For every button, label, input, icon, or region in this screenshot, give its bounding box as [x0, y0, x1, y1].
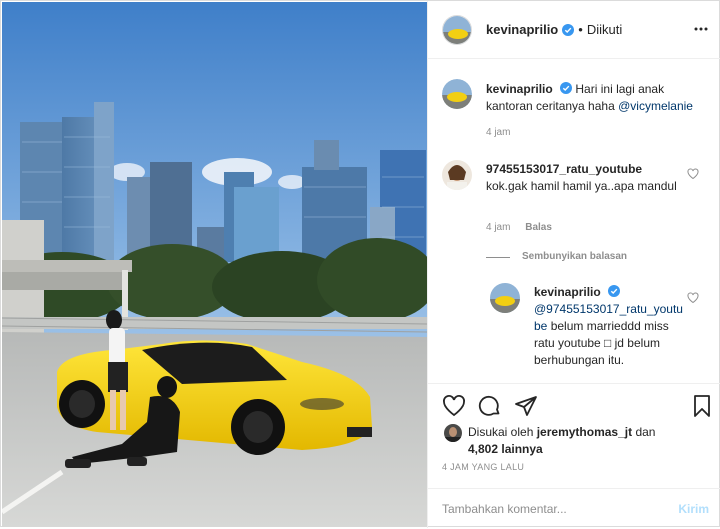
- reply-text: belum marrieddd miss ratu youtube □ jd b…: [534, 319, 669, 367]
- comment-text: kok.gak hamil hamil ya..apa mandul: [486, 179, 677, 193]
- reply-button[interactable]: Balas: [525, 222, 552, 233]
- avatar[interactable]: [442, 14, 472, 45]
- post-comment-button[interactable]: Kirim: [678, 502, 709, 516]
- post-header: kevinaprilio • Diikuti: [428, 1, 720, 59]
- post-timestamp: 4 JAM YANG LALU: [442, 462, 525, 472]
- likes-count-link[interactable]: 4,802 lainnya: [468, 442, 543, 456]
- reply-like-heart-icon[interactable]: [687, 292, 699, 304]
- likes-prefix: Disukai oleh: [468, 425, 534, 439]
- reply-avatar[interactable]: [490, 283, 520, 313]
- add-comment-input[interactable]: [442, 502, 662, 516]
- reply-username[interactable]: kevinaprilio: [534, 285, 601, 299]
- paper-plane-icon[interactable]: [514, 394, 538, 418]
- caption-avatar[interactable]: [442, 79, 472, 109]
- post-actions: Disukai oleh jeremythomas_jt dan 4,802 l…: [428, 383, 720, 528]
- replies-divider: [486, 257, 510, 258]
- comment-username[interactable]: 97455153017_ratu_youtube: [486, 162, 642, 176]
- caption: kevinaprilio Hari ini lagi anak kantoran…: [486, 81, 706, 115]
- header-separator: •: [578, 22, 583, 37]
- post-dialog: kevinaprilio • Diikuti kevinaprilio Hari…: [0, 0, 720, 528]
- comment-like-heart-icon[interactable]: [687, 168, 699, 180]
- post-photo[interactable]: [2, 2, 427, 527]
- follow-status-button[interactable]: Diikuti: [587, 22, 622, 37]
- likes-text: Disukai oleh jeremythomas_jt dan 4,802 l…: [468, 424, 708, 458]
- likes-summary: Disukai oleh jeremythomas_jt dan 4,802 l…: [444, 424, 708, 458]
- reply-comment: kevinaprilio @97455153017_ratu_youtube b…: [534, 284, 684, 369]
- liker-avatar[interactable]: [444, 424, 462, 442]
- hide-replies-button[interactable]: Sembunyikan balasan: [522, 251, 627, 262]
- caption-mention-link[interactable]: @vicymelanie: [618, 99, 693, 113]
- bookmark-icon[interactable]: [690, 394, 714, 418]
- comment-time: 4 jam: [486, 222, 511, 233]
- comments-section: kevinaprilio Hari ini lagi anak kantoran…: [428, 59, 720, 384]
- caption-username[interactable]: kevinaprilio: [486, 82, 553, 96]
- city-car-photo: [2, 2, 427, 527]
- likes-and: dan: [635, 425, 656, 439]
- post-side-panel: kevinaprilio • Diikuti kevinaprilio Hari…: [427, 1, 720, 528]
- verified-badge-icon: [562, 23, 575, 36]
- liker-username[interactable]: jeremythomas_jt: [537, 425, 632, 439]
- comment: 97455153017_ratu_youtube kok.gak hamil h…: [486, 161, 691, 195]
- verified-badge-icon: [560, 82, 573, 94]
- comment-bubble-icon[interactable]: [478, 394, 502, 418]
- add-comment-bar: Kirim: [428, 488, 720, 529]
- comment-avatar[interactable]: [442, 160, 472, 190]
- verified-badge-icon: [608, 285, 621, 297]
- comment-meta: 4 jam Balas: [486, 222, 552, 233]
- header-username[interactable]: kevinaprilio: [486, 22, 558, 37]
- heart-icon[interactable]: [442, 394, 466, 418]
- more-options-icon[interactable]: [693, 21, 709, 37]
- caption-time: 4 jam: [486, 127, 511, 138]
